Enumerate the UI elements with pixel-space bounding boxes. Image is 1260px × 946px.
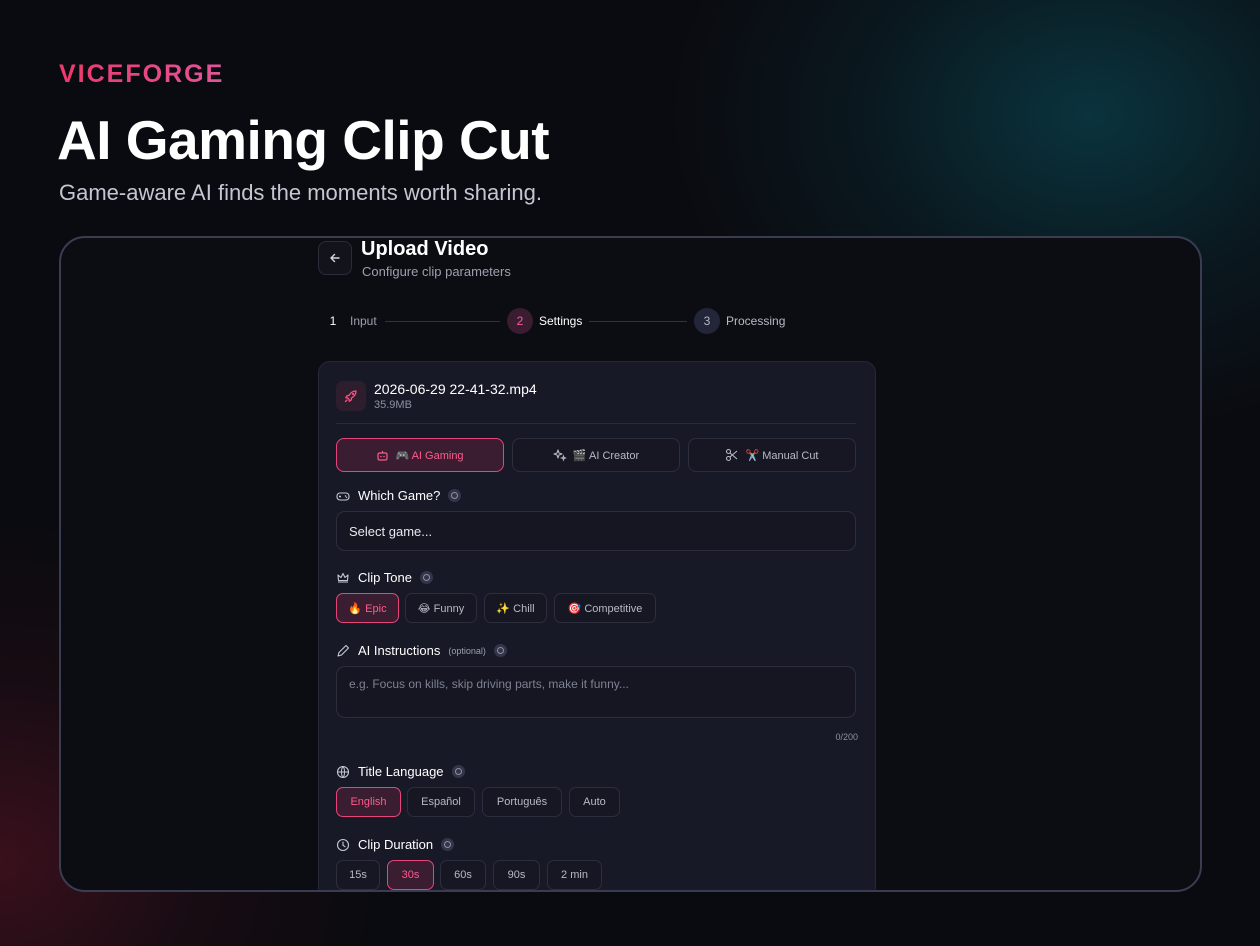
title-language-label: Title Language (336, 764, 465, 779)
language-espanol-chip[interactable]: Español (407, 787, 475, 817)
field-label-text: AI Instructions (358, 643, 441, 658)
scissors-icon (725, 448, 739, 462)
rocket-icon (336, 381, 366, 411)
ai-instructions-label: AI Instructions (optional) (336, 643, 507, 658)
info-icon[interactable] (493, 644, 507, 657)
step-3-number: 3 (694, 308, 720, 334)
tone-funny-chip[interactable]: 😂 Funny (405, 593, 477, 623)
field-label-text: Title Language (358, 764, 444, 779)
pencil-icon (336, 644, 350, 658)
clip-duration-label: Clip Duration (336, 837, 455, 852)
gamepad-icon (336, 489, 350, 503)
duration-2min-chip[interactable]: 2 min (547, 860, 602, 890)
step-3-label[interactable]: Processing (726, 314, 785, 328)
field-label-text: Which Game? (358, 488, 441, 503)
step-connector (385, 321, 500, 322)
step-1-number: 1 (329, 314, 337, 328)
tone-chill-chip[interactable]: ✨ Chill (484, 593, 547, 623)
crown-icon (336, 571, 350, 585)
info-icon[interactable] (448, 489, 462, 502)
step-2-label[interactable]: Settings (539, 314, 582, 328)
info-icon[interactable] (451, 765, 465, 778)
mode-ai-creator-button[interactable]: 🎬 AI Creator (512, 438, 680, 472)
globe-icon (336, 765, 350, 779)
field-label-text: Clip Tone (358, 570, 412, 585)
settings-card: 2026-06-29 22-41-32.mp4 35.9MB 🎮 AI Gami… (318, 361, 876, 890)
file-size: 35.9MB (374, 399, 412, 411)
mode-manual-cut-button[interactable]: ✂️ Manual Cut (688, 438, 856, 472)
which-game-label: Which Game? (336, 488, 462, 503)
mode-label: 🎮 AI Gaming (395, 449, 464, 462)
hero-title: AI Gaming Clip Cut (57, 109, 550, 171)
duration-15s-chip[interactable]: 15s (336, 860, 380, 890)
step-1-label[interactable]: Input (350, 314, 377, 328)
duration-90s-chip[interactable]: 90s (493, 860, 540, 890)
duration-60s-chip[interactable]: 60s (440, 860, 486, 890)
field-label-text: Clip Duration (358, 837, 434, 852)
language-portugues-chip[interactable]: Português (482, 787, 562, 817)
stepper: 1 Input 2 Settings 3 Processing (320, 308, 800, 334)
page-subtitle: Configure clip parameters (362, 264, 511, 279)
info-icon[interactable] (441, 838, 455, 851)
step-2-number: 2 (507, 308, 533, 334)
page-title: Upload Video (361, 238, 489, 260)
clock-icon (336, 838, 350, 852)
step-connector (589, 321, 687, 322)
divider (336, 423, 856, 424)
info-icon[interactable] (419, 571, 433, 584)
mode-ai-gaming-button[interactable]: 🎮 AI Gaming (336, 438, 504, 472)
language-auto-chip[interactable]: Auto (569, 787, 620, 817)
mode-label: 🎬 AI Creator (572, 449, 640, 462)
app-screenshot-frame: Upload Video Configure clip parameters 1… (59, 236, 1202, 892)
tone-competitive-chip[interactable]: 🎯 Competitive (554, 593, 656, 623)
arrow-left-icon (329, 252, 341, 264)
duration-30s-chip[interactable]: 30s (387, 860, 434, 890)
sparkles-icon (553, 448, 567, 462)
tone-epic-chip[interactable]: 🔥 Epic (336, 593, 399, 623)
robot-icon (376, 449, 389, 462)
back-button[interactable] (318, 241, 352, 275)
game-select[interactable]: Select game... (336, 511, 856, 551)
language-english-chip[interactable]: English (336, 787, 401, 817)
hero-subtitle: Game-aware AI finds the moments worth sh… (59, 180, 542, 205)
ai-instructions-textarea[interactable]: e.g. Focus on kills, skip driving parts,… (336, 666, 856, 718)
mode-label: ✂️ Manual Cut (745, 449, 819, 462)
clip-tone-label: Clip Tone (336, 570, 433, 585)
file-name: 2026-06-29 22-41-32.mp4 (374, 381, 537, 397)
brand-logo-text: VICEFORGE (59, 60, 225, 88)
optional-tag: (optional) (448, 645, 486, 656)
character-counter: 0/200 (835, 732, 858, 742)
